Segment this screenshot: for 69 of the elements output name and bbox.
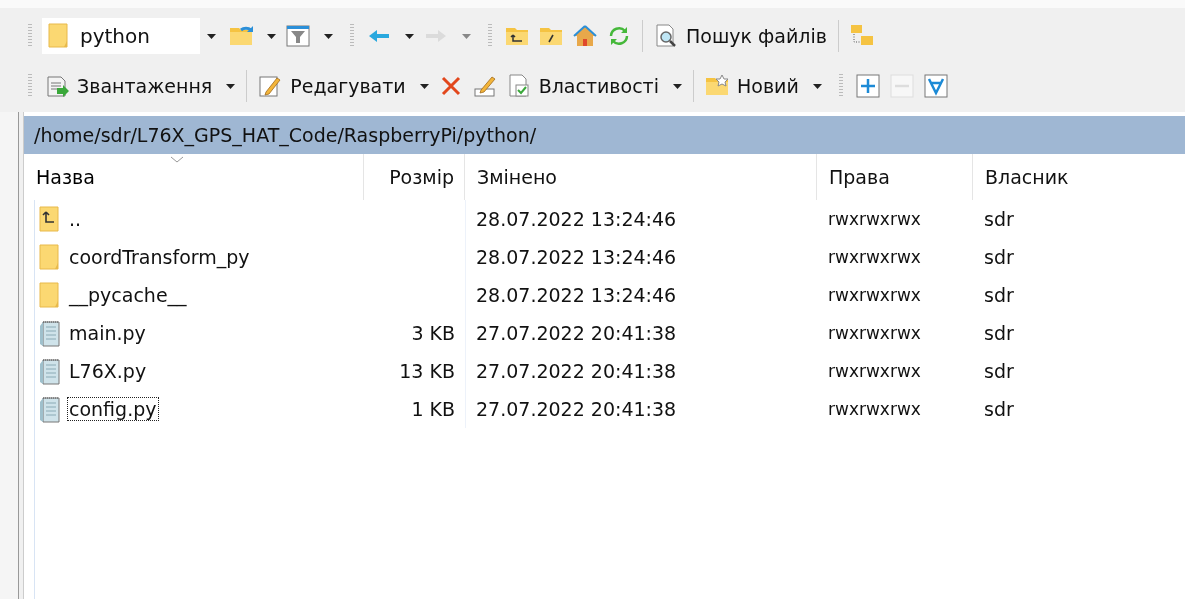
toolbar-button[interactable]: Новий [702,70,825,102]
folder-icon [39,243,61,271]
table-cell: sdr [984,246,1014,268]
column-header[interactable]: Розмір [364,154,465,200]
table-cell: sdr [984,208,1014,230]
caret-icon [812,83,822,89]
toolbar-button[interactable]: Пошук файлів [651,20,830,52]
table-cell: rwxrwxrwx [828,361,921,381]
folder-icon [39,281,61,309]
file-name[interactable]: coordTransform_py [67,245,252,269]
search-icon [654,24,678,48]
table-cell: 27.07.2022 20:41:38 [476,322,677,344]
table-cell: rwxrwxrwx [828,285,921,305]
parent-folder-icon [39,205,61,233]
table-cell: sdr [984,398,1014,420]
caret-icon [226,83,236,89]
table-cell: 27.07.2022 20:41:38 [476,360,677,382]
caret-icon [462,33,471,39]
select-icon [923,74,948,98]
table-cell: rwxrwxrwx [828,247,921,267]
file-name[interactable]: L76X.py [67,359,149,383]
table-cell: 28.07.2022 13:24:46 [476,246,677,268]
table-cell: rwxrwxrwx [828,399,921,419]
edit-icon [258,74,283,98]
table-cell: rwxrwxrwx [828,209,921,229]
properties-icon [506,74,531,98]
filter-icon [286,24,310,48]
new-folder-icon [705,74,729,98]
combo-value: python [80,24,151,48]
toolbar-button[interactable]: Властивості [503,70,685,102]
rename-icon [472,74,497,98]
table-cell: 28.07.2022 13:24:46 [476,284,677,306]
table-cell: 13 KB [399,360,455,382]
folder-combo[interactable]: python [42,18,222,54]
toolbar-button[interactable]: Редагувати [255,70,432,102]
caret-icon [324,33,333,39]
file-name[interactable]: config.py [67,397,159,421]
plus-icon [855,74,880,98]
caret-icon [673,83,682,89]
table-cell: sdr [984,360,1014,382]
folder-sync-icon [229,24,253,48]
caret-icon [419,83,429,89]
file-name[interactable]: .. [67,207,84,231]
text-file-icon [39,395,61,423]
file-name[interactable]: main.py [67,321,148,345]
table-cell: 1 KB [411,398,455,420]
caret-icon [405,33,414,39]
table-cell: sdr [984,284,1014,306]
path-bar[interactable]: /home/sdr/L76X_GPS_HAT_Code/RaspberryPi/python/ [24,116,1185,154]
column-header[interactable]: Права [817,154,973,200]
table-cell: rwxrwxrwx [828,323,921,343]
text-file-icon [39,319,61,347]
table-cell: 27.07.2022 20:41:38 [476,398,677,420]
caret-icon [206,33,216,39]
column-header[interactable]: Назва [24,154,364,200]
table-cell: 3 KB [411,322,455,344]
column-header[interactable]: Власник [973,154,1185,200]
minus-icon [889,74,914,98]
home-icon [573,24,597,48]
table-cell: 28.07.2022 13:24:46 [476,208,677,230]
file-name[interactable]: __pycache__ [67,283,189,307]
refresh-icon [607,24,631,48]
download-icon [45,74,69,98]
caret-icon [267,33,276,39]
table-cell: sdr [984,322,1014,344]
text-file-icon [39,357,61,385]
column-header[interactable]: Змінено [465,154,817,200]
folder-tree-icon [849,24,874,48]
toolbar-button[interactable]: Звантаження [42,70,239,102]
